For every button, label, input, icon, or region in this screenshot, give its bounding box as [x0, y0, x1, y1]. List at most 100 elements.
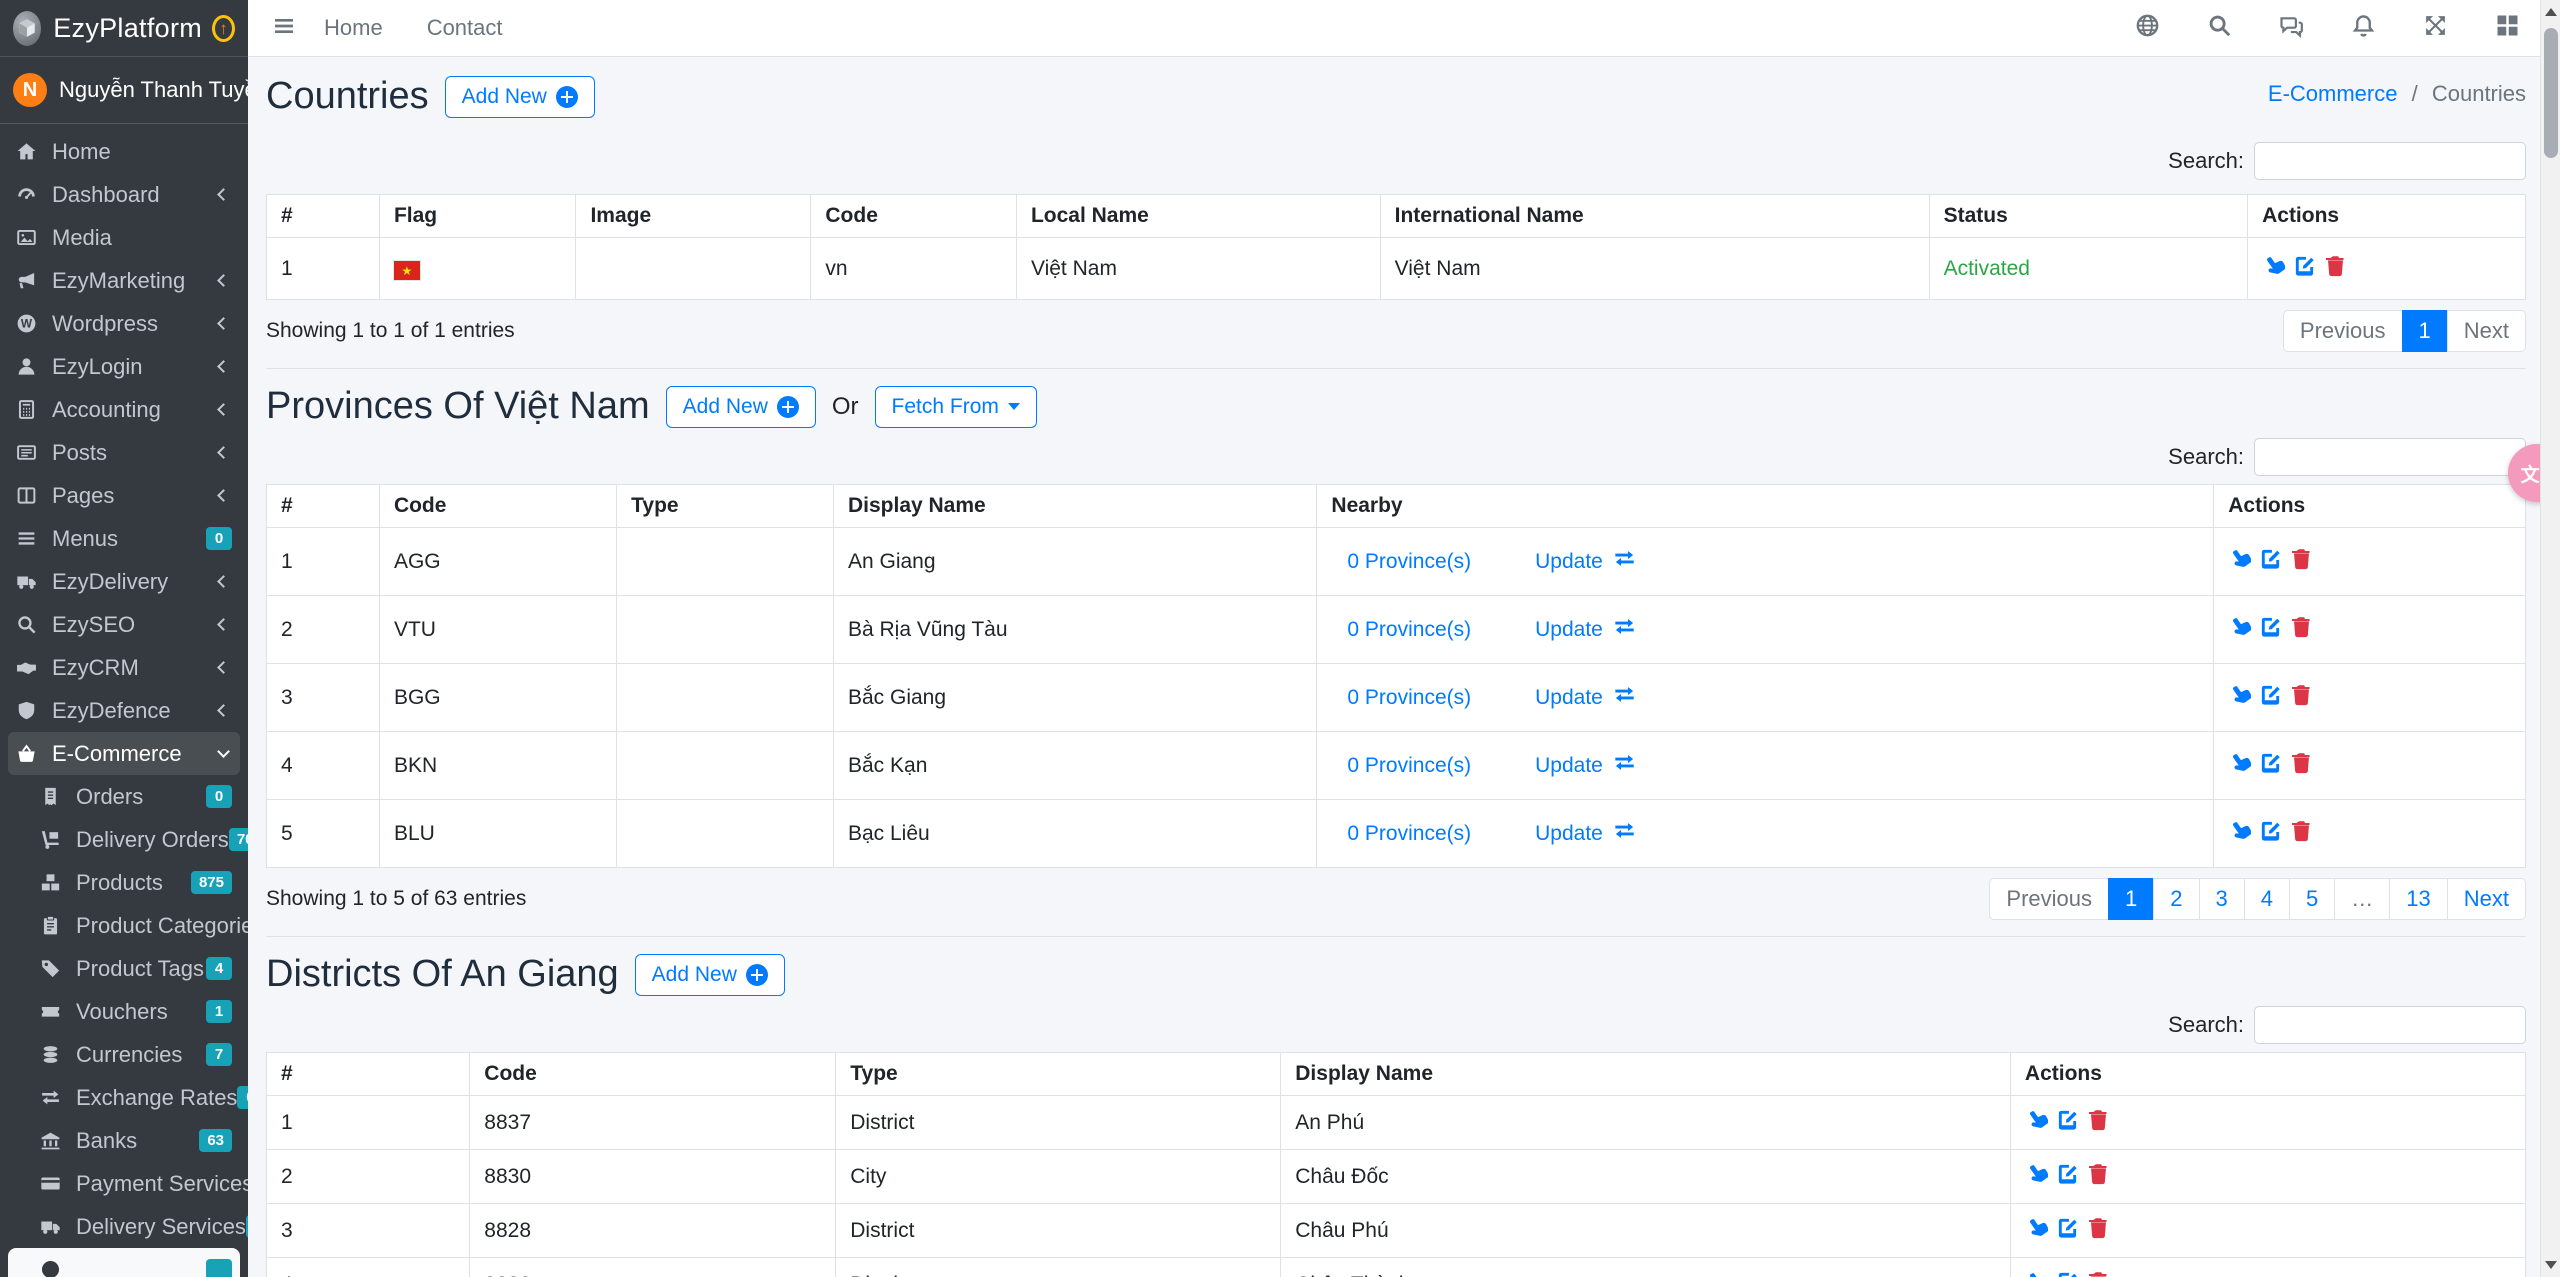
page-button-next[interactable]: Next — [2447, 878, 2526, 920]
sidebar-item-product-tags[interactable]: Product Tags4 — [8, 947, 240, 990]
activate-button[interactable] — [2025, 1162, 2048, 1185]
navbar-globe-button[interactable] — [2135, 13, 2160, 43]
activate-button[interactable] — [2262, 254, 2285, 277]
breadcrumb-ecommerce-link[interactable]: E-Commerce — [2268, 81, 2398, 106]
add-new-district-button[interactable]: Add New — [635, 954, 785, 996]
delete-button[interactable] — [2290, 751, 2313, 774]
page-button-previous[interactable]: Previous — [2283, 310, 2403, 352]
page-button-1[interactable]: 1 — [2108, 878, 2154, 920]
province-count-link[interactable]: 0 Province(s) — [1347, 686, 1471, 709]
page-button-13[interactable]: 13 — [2389, 878, 2447, 920]
sidebar-item-products[interactable]: Products875 — [8, 861, 240, 904]
page-button-2[interactable]: 2 — [2153, 878, 2199, 920]
nav-link-contact[interactable]: Contact — [427, 15, 503, 41]
sidebar-item-accounting[interactable]: Accounting — [8, 388, 240, 431]
delete-button[interactable] — [2087, 1270, 2110, 1277]
sidebar-item-exchange-rates[interactable]: Exchange Rates0 — [8, 1076, 240, 1119]
edit-button[interactable] — [2259, 751, 2282, 774]
page-button-3[interactable]: 3 — [2199, 878, 2245, 920]
province-count-link[interactable]: 0 Province(s) — [1347, 822, 1471, 845]
sidebar-item-media[interactable]: Media — [8, 216, 240, 259]
edit-button[interactable] — [2056, 1216, 2079, 1239]
delete-button[interactable] — [2290, 683, 2313, 706]
delete-button[interactable] — [2087, 1216, 2110, 1239]
activate-button[interactable] — [2228, 547, 2251, 570]
activate-button[interactable] — [2228, 819, 2251, 842]
delete-button[interactable] — [2087, 1108, 2110, 1131]
delete-button[interactable] — [2324, 254, 2347, 277]
countries-search-input[interactable] — [2254, 142, 2526, 180]
edit-button[interactable] — [2056, 1270, 2079, 1277]
activate-button[interactable] — [2228, 751, 2251, 774]
edit-button[interactable] — [2259, 615, 2282, 638]
activate-button[interactable] — [2228, 615, 2251, 638]
province-count-link[interactable]: 0 Province(s) — [1347, 550, 1471, 573]
provinces-search-input[interactable] — [2254, 438, 2526, 476]
sidebar-item-wordpress[interactable]: WWordpress — [8, 302, 240, 345]
navbar-grid-button[interactable] — [2495, 13, 2520, 43]
sidebar-item-e-commerce[interactable]: E-Commerce — [8, 732, 240, 775]
brand[interactable]: EzyPlatform — [0, 0, 248, 57]
province-count-link[interactable]: 0 Province(s) — [1347, 618, 1471, 641]
scrollbar[interactable] — [2540, 0, 2560, 1277]
page-button-ellipsis[interactable]: … — [2334, 878, 2390, 920]
sidebar-item-delivery-orders[interactable]: Delivery Orders70 — [8, 818, 240, 861]
navbar-search-button[interactable] — [2207, 13, 2232, 43]
edit-button[interactable] — [2293, 254, 2316, 277]
scroll-down-arrow-icon[interactable] — [2545, 1261, 2557, 1269]
sidebar-item-ezyseo[interactable]: EzySEO — [8, 603, 240, 646]
activate-button[interactable] — [2025, 1216, 2048, 1239]
navbar-bell-button[interactable] — [2351, 13, 2376, 43]
scrollbar-thumb[interactable] — [2544, 28, 2558, 158]
sidebar-item-ezydefence[interactable]: EzyDefence — [8, 689, 240, 732]
sidebar-item-pages[interactable]: Pages — [8, 474, 240, 517]
user-panel[interactable]: N Nguyễn Thanh Tuyền — [0, 57, 248, 124]
edit-button[interactable] — [2056, 1108, 2079, 1131]
update-nearby-link[interactable]: Update — [1535, 751, 1636, 780]
sidebar-item-dashboard[interactable]: Dashboard — [8, 173, 240, 216]
update-nearby-link[interactable]: Update — [1535, 547, 1636, 576]
edit-button[interactable] — [2056, 1162, 2079, 1185]
province-count-link[interactable]: 0 Province(s) — [1347, 754, 1471, 777]
delete-button[interactable] — [2290, 615, 2313, 638]
page-button-1[interactable]: 1 — [2402, 310, 2448, 352]
page-button-previous[interactable]: Previous — [1989, 878, 2109, 920]
sidebar-item-payment-services[interactable]: Payment Services0 — [8, 1162, 240, 1205]
sidebar-item-posts[interactable]: Posts — [8, 431, 240, 474]
sidebar-item-partial[interactable] — [8, 1248, 240, 1277]
sidebar-item-ezymarketing[interactable]: EzyMarketing — [8, 259, 240, 302]
sidebar-item-currencies[interactable]: Currencies7 — [8, 1033, 240, 1076]
sidebar-item-banks[interactable]: Banks63 — [8, 1119, 240, 1162]
edit-button[interactable] — [2259, 683, 2282, 706]
add-new-province-button[interactable]: Add New — [666, 386, 816, 428]
update-nearby-link[interactable]: Update — [1535, 683, 1636, 712]
delete-button[interactable] — [2290, 547, 2313, 570]
page-button-5[interactable]: 5 — [2289, 878, 2335, 920]
sidebar-item-home[interactable]: Home — [8, 130, 240, 173]
delete-button[interactable] — [2290, 819, 2313, 842]
menu-toggle-button[interactable] — [272, 14, 296, 43]
nav-link-home[interactable]: Home — [324, 15, 383, 41]
sidebar-item-ezycrm[interactable]: EzyCRM — [8, 646, 240, 689]
page-button-next[interactable]: Next — [2447, 310, 2526, 352]
delete-button[interactable] — [2087, 1162, 2110, 1185]
activate-button[interactable] — [2025, 1108, 2048, 1131]
fetch-from-dropdown-button[interactable]: Fetch From — [875, 386, 1037, 428]
sidebar-item-ezydelivery[interactable]: EzyDelivery — [8, 560, 240, 603]
edit-button[interactable] — [2259, 819, 2282, 842]
update-nearby-link[interactable]: Update — [1535, 819, 1636, 848]
add-new-country-button[interactable]: Add New — [445, 76, 595, 118]
sidebar-item-menus[interactable]: Menus0 — [8, 517, 240, 560]
districts-search-input[interactable] — [2254, 1006, 2526, 1044]
sidebar-item-vouchers[interactable]: Vouchers1 — [8, 990, 240, 1033]
edit-button[interactable] — [2259, 547, 2282, 570]
page-button-4[interactable]: 4 — [2244, 878, 2290, 920]
sidebar-item-ezylogin[interactable]: EzyLogin — [8, 345, 240, 388]
sidebar-item-orders[interactable]: Orders0 — [8, 775, 240, 818]
update-nearby-link[interactable]: Update — [1535, 615, 1636, 644]
sidebar-item-delivery-services[interactable]: Delivery Services2 — [8, 1205, 240, 1248]
upgrade-arrow-icon[interactable] — [212, 15, 235, 42]
navbar-expand-button[interactable] — [2423, 13, 2448, 43]
scroll-up-arrow-icon[interactable] — [2545, 8, 2557, 16]
sidebar-item-product-categories[interactable]: Product Categories60 — [8, 904, 240, 947]
